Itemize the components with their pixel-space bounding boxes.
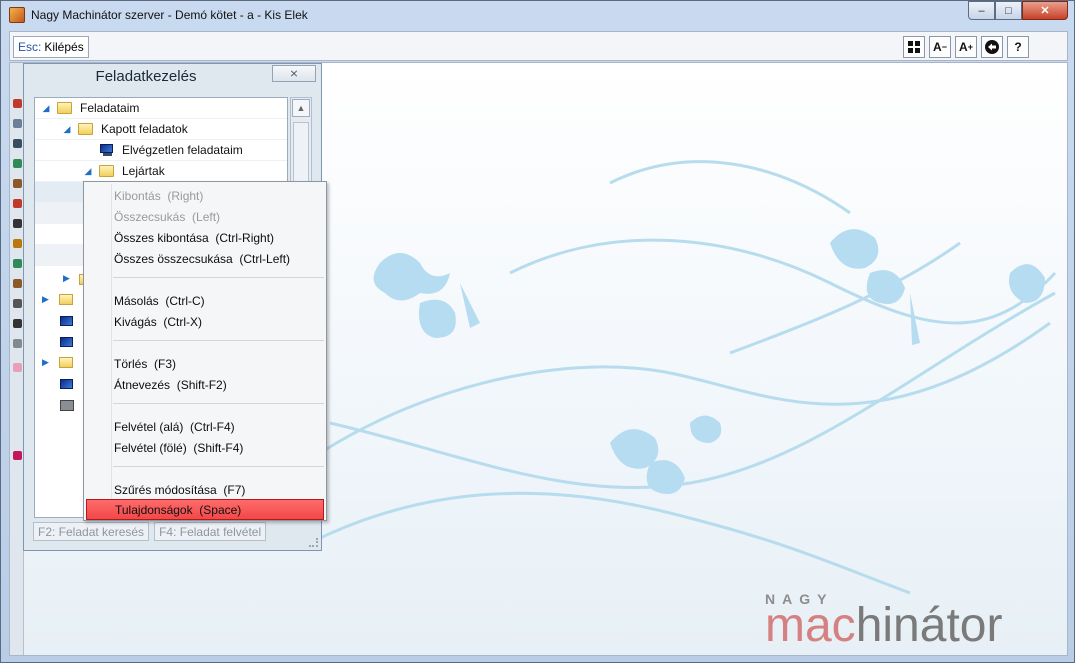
menu-item-properties[interactable]: Tulajdonságok (Space): [86, 499, 324, 520]
navigate-icon[interactable]: [981, 36, 1003, 58]
menu-item-add-below[interactable]: Felvétel (alá) (Ctrl-F4): [86, 416, 324, 437]
strip-icon[interactable]: [13, 119, 22, 128]
folder-icon: [57, 102, 72, 114]
monitor-icon: [60, 316, 73, 326]
panel-footer: F2: Feladat keresés F4: Feladat felvétel: [33, 522, 267, 541]
logo-wordmark: machinátor: [765, 602, 1002, 650]
menu-item-rename[interactable]: Átnevezés (Shift-F2): [86, 374, 324, 395]
minimize-button[interactable]: –: [968, 1, 995, 20]
window-controls: – □ ✕: [968, 1, 1068, 21]
strip-icon[interactable]: [13, 219, 22, 228]
menu-separator: [113, 340, 324, 341]
tree-item-lejartak[interactable]: ◢ Lejártak: [35, 161, 287, 182]
strip-icon[interactable]: [13, 259, 22, 268]
strip-icon[interactable]: [13, 159, 22, 168]
expand-arrow-icon[interactable]: ◢: [83, 166, 93, 177]
menu-separator: [113, 466, 324, 467]
exit-button[interactable]: Esc: Kilépés: [13, 36, 89, 58]
main-window: Nagy Machinátor szerver - Demó kötet - a…: [0, 0, 1075, 663]
font-increase-glyph: A: [959, 40, 968, 54]
font-increase-icon[interactable]: A +: [955, 36, 977, 58]
menu-item-collapse-all[interactable]: Összes összecsukása (Ctrl-Left): [86, 248, 324, 269]
menu-item-add-above[interactable]: Felvétel (fölé) (Shift-F4): [86, 437, 324, 458]
menu-separator: [113, 277, 324, 278]
side-strip: [10, 63, 24, 655]
strip-icon[interactable]: [13, 319, 22, 328]
task-search-button[interactable]: F2: Feladat keresés: [33, 522, 150, 541]
tree-item-elvegzetlen[interactable]: Elvégzetlen feladataim: [35, 140, 287, 161]
toolbar: Esc: Kilépés A − A + ?: [9, 31, 1068, 61]
tree-item-kapott-feladatok[interactable]: ◢ Kapott feladatok: [35, 119, 287, 140]
menu-item-cut[interactable]: Kivágás (Ctrl-X): [86, 311, 324, 332]
layout-grid-icon[interactable]: [903, 36, 925, 58]
expand-arrow-icon[interactable]: ▶: [42, 357, 49, 368]
logo-part2: hinátor: [855, 599, 1003, 652]
menu-item-delete[interactable]: Törlés (F3): [86, 353, 324, 374]
app-icon: [9, 7, 25, 23]
strip-icon[interactable]: [13, 179, 22, 188]
monitor-icon: [60, 337, 73, 347]
strip-icon[interactable]: [13, 339, 22, 348]
tree-item-label: Elvégzetlen feladataim: [122, 143, 243, 157]
menu-item-edit-filter[interactable]: Szűrés módosítása (F7): [86, 479, 324, 500]
maximize-button[interactable]: □: [995, 1, 1022, 20]
folder-icon: [78, 123, 93, 135]
strip-icon[interactable]: [13, 451, 22, 460]
monitor-icon: [99, 143, 114, 157]
folder-icon: [59, 294, 73, 305]
tree-item-label: Kapott feladatok: [101, 122, 188, 136]
scroll-up-icon[interactable]: ▲: [292, 99, 310, 117]
strip-icon[interactable]: [13, 363, 22, 372]
font-decrease-icon[interactable]: A −: [929, 36, 951, 58]
folder-icon: [99, 165, 114, 177]
panel-title: Feladatkezelés: [95, 68, 197, 85]
expand-arrow-icon[interactable]: ◢: [62, 124, 72, 135]
help-icon[interactable]: ?: [1007, 36, 1029, 58]
close-button[interactable]: ✕: [1022, 1, 1068, 20]
floral-background: [310, 160, 1057, 595]
context-menu: Kibontás (Right) Összecsukás (Left) Össz…: [83, 181, 327, 521]
exit-shortcut: Esc:: [18, 40, 42, 54]
strip-icon[interactable]: [13, 299, 22, 308]
menu-item-expand[interactable]: Kibontás (Right): [86, 185, 324, 206]
title-bar[interactable]: Nagy Machinátor szerver - Demó kötet - a…: [1, 1, 1074, 29]
tree-item-label: Lejártak: [122, 164, 165, 178]
expand-arrow-icon[interactable]: ◢: [41, 103, 51, 114]
menu-item-copy[interactable]: Másolás (Ctrl-C): [86, 290, 324, 311]
logo-part1: mac: [765, 599, 856, 652]
menu-item-collapse[interactable]: Összecsukás (Left): [86, 206, 324, 227]
monitor-icon: [60, 379, 73, 389]
strip-icon[interactable]: [13, 99, 22, 108]
strip-icon[interactable]: [13, 279, 22, 288]
tree-item-label: Feladataim: [80, 101, 140, 115]
expand-arrow-icon[interactable]: ▶: [42, 294, 49, 305]
strip-icon[interactable]: [13, 199, 22, 208]
toolbar-icons: A − A + ?: [903, 36, 1029, 58]
strip-icon[interactable]: [13, 139, 22, 148]
expand-arrow-icon[interactable]: ▶: [63, 273, 70, 284]
folder-icon: [59, 357, 73, 368]
printer-icon: [60, 400, 74, 411]
tree-item-feladataim[interactable]: ◢ Feladataim: [35, 98, 287, 119]
font-decrease-glyph: A: [933, 40, 942, 54]
machinator-logo: NAGY machinátor: [765, 591, 1002, 650]
resize-grip-icon[interactable]: [309, 538, 318, 547]
task-add-button[interactable]: F4: Feladat felvétel: [154, 522, 267, 541]
strip-icon[interactable]: [13, 239, 22, 248]
window-title: Nagy Machinátor szerver - Demó kötet - a…: [31, 8, 308, 22]
exit-label: Kilépés: [44, 40, 84, 54]
panel-close-button[interactable]: ⨯: [272, 65, 316, 82]
menu-item-expand-all[interactable]: Összes kibontása (Ctrl-Right): [86, 227, 324, 248]
menu-separator: [113, 403, 324, 404]
